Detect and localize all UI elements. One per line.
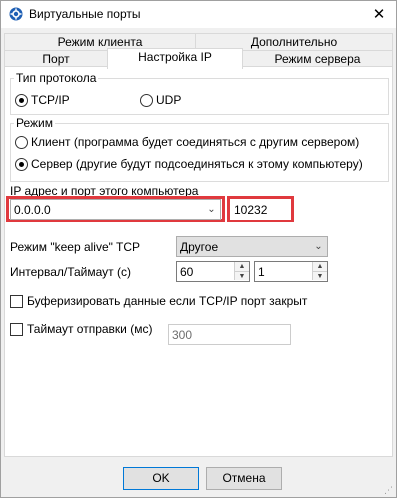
send-timeout-input[interactable]: 300	[168, 324, 291, 345]
protocol-group-label: Тип протокола	[14, 71, 99, 85]
close-icon: ✕	[372, 6, 386, 23]
keepalive-select[interactable]: Другое ⌄	[176, 236, 328, 257]
spin-down-icon[interactable]: ▼	[312, 271, 327, 280]
radio-udp[interactable]	[140, 94, 153, 107]
resize-grip-icon[interactable]: ⋰	[384, 485, 394, 495]
close-button[interactable]: ✕	[362, 1, 396, 28]
send-timeout-value: 300	[172, 328, 193, 342]
spin-up-icon[interactable]: ▲	[312, 262, 327, 271]
cancel-button[interactable]: Отмена	[206, 467, 282, 490]
buffer-checkbox[interactable]	[10, 295, 23, 308]
chevron-down-icon: ⌄	[314, 241, 323, 252]
radio-client-label[interactable]: Клиент (программа будет соединяться с др…	[31, 135, 359, 149]
buffer-label[interactable]: Буферизировать данные если TCP/IP порт з…	[27, 294, 307, 308]
ip-address-select[interactable]: 0.0.0.0 ⌄	[10, 199, 221, 220]
spin-down-icon[interactable]: ▼	[234, 271, 249, 280]
keepalive-value: Другое	[180, 240, 219, 254]
tab-ip-settings[interactable]: Настройка IP	[107, 48, 243, 69]
radio-tcpip-label[interactable]: TCP/IP	[31, 93, 70, 107]
send-timeout-checkbox[interactable]	[10, 323, 23, 336]
radio-server[interactable]	[15, 158, 28, 171]
radio-server-label[interactable]: Сервер (другие будут подсоединяться к эт…	[31, 157, 363, 171]
interval-spinner[interactable]: ▲ ▼	[234, 262, 249, 281]
window-title: Виртуальные порты	[29, 7, 141, 21]
port-input[interactable]: 10232	[230, 199, 291, 220]
interval-label: Интервал/Таймаут (с)	[10, 265, 131, 279]
radio-client[interactable]	[15, 136, 28, 149]
interval-input[interactable]: 60 ▲ ▼	[176, 261, 250, 282]
tab-panel: Тип протокола TCP/IP UDP Режим Клиент (п…	[4, 66, 393, 457]
dialog-window: Виртуальные порты ✕ Режим клиента Дополн…	[0, 0, 397, 498]
timeout-value: 1	[258, 265, 265, 279]
ok-button[interactable]: OK	[123, 467, 199, 490]
timeout-input[interactable]: 1 ▲ ▼	[254, 261, 328, 282]
chevron-down-icon: ⌄	[207, 204, 216, 215]
timeout-spinner[interactable]: ▲ ▼	[312, 262, 327, 281]
mode-group: Режим	[10, 116, 389, 182]
keepalive-label: Режим "keep alive" TCP	[10, 240, 141, 254]
interval-value: 60	[180, 265, 194, 279]
ip-address-value: 0.0.0.0	[14, 203, 51, 217]
send-timeout-label[interactable]: Таймаут отправки (мс)	[27, 322, 152, 336]
app-gear-icon	[9, 7, 23, 21]
radio-udp-label[interactable]: UDP	[156, 93, 181, 107]
spin-up-icon[interactable]: ▲	[234, 262, 249, 271]
port-value: 10232	[234, 203, 268, 217]
title-bar[interactable]: Виртуальные порты ✕	[1, 1, 396, 28]
mode-group-label: Режим	[14, 116, 55, 130]
dialog-client-area: Режим клиента Дополнительно Порт Настрой…	[1, 28, 396, 497]
radio-tcpip[interactable]	[15, 94, 28, 107]
